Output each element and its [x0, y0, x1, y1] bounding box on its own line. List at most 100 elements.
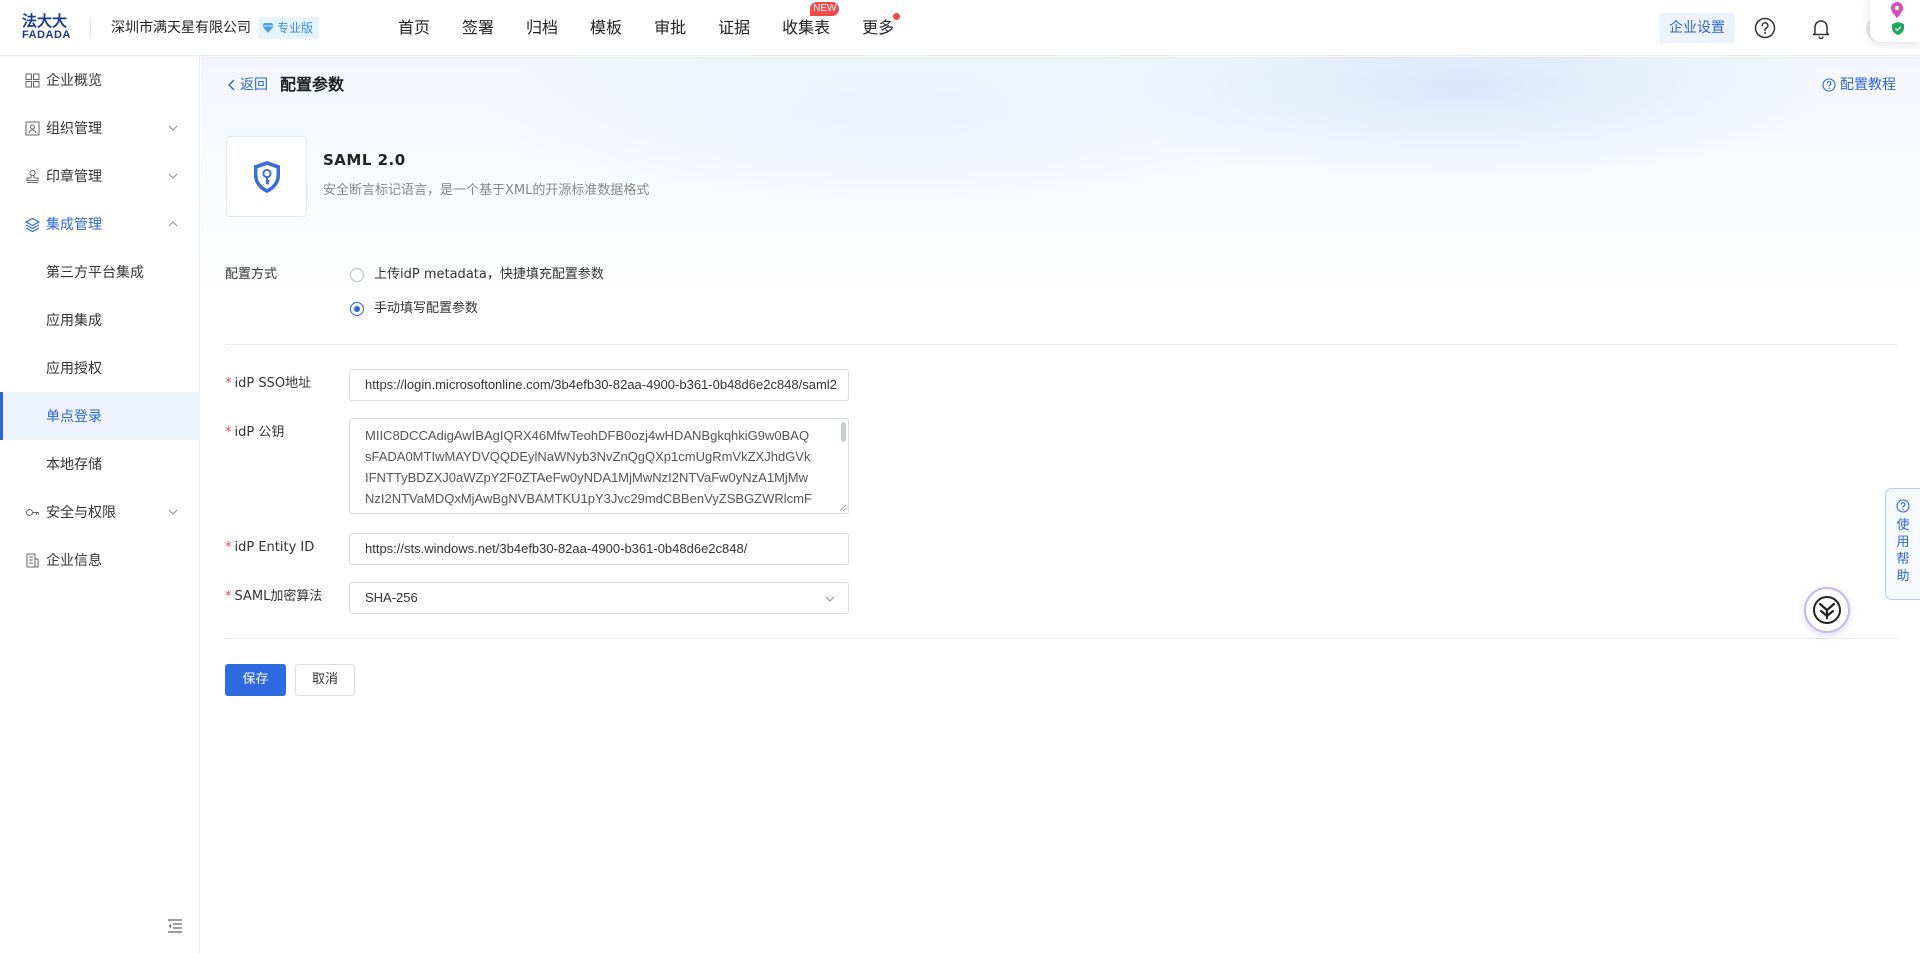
question-circle-icon: [1896, 499, 1910, 513]
nav-home[interactable]: 首页: [398, 0, 430, 56]
assistant-logo-icon: [1813, 596, 1841, 624]
edition-badge: 专业版: [258, 17, 320, 39]
notification-dot: [893, 13, 901, 20]
entity-id-input[interactable]: https://sts.windows.net/3b4efb30-82aa-49…: [349, 533, 849, 565]
collapse-sidebar-icon[interactable]: [167, 919, 183, 933]
sidebar-item-label: 印章管理: [46, 169, 102, 185]
radio-label: 手动填写配置参数: [374, 301, 479, 316]
chevron-down-icon: [825, 596, 835, 602]
location-pin-icon: [1891, 2, 1903, 18]
nav-templates-label: 模板: [590, 18, 623, 37]
top-bar: 法大大 FADADA 深圳市满天星有限公司 专业版 首页 签署 归档 模板 审批…: [0, 0, 1920, 56]
radio-label: 上传idP metadata，快捷填充配置参数: [374, 267, 604, 282]
sso-url-input[interactable]: https://login.microsoftonline.com/3b4efb…: [349, 369, 849, 401]
sidebar-item-label: 安全与权限: [46, 505, 116, 521]
sso-url-label-text: idP SSO地址: [234, 376, 312, 391]
algorithm-select[interactable]: SHA-256: [349, 582, 849, 614]
radio-manual-config[interactable]: 手动填写配置参数: [350, 300, 478, 318]
nav-home-label: 首页: [398, 18, 431, 37]
help-tab-char: 帮: [1896, 552, 1910, 567]
nav-archive[interactable]: 归档: [526, 0, 558, 56]
chevron-up-icon: [168, 221, 178, 227]
resize-handle-icon[interactable]: [840, 505, 846, 511]
sidebar-item-label: 应用授权: [46, 361, 102, 377]
shield-key-icon: [253, 160, 280, 193]
company-name[interactable]: 深圳市满天星有限公司: [111, 18, 251, 38]
config-tutorial-link[interactable]: 配置教程: [1822, 75, 1896, 95]
ai-assistant-button[interactable]: [1804, 587, 1850, 633]
back-label: 返回: [240, 77, 268, 93]
sidebar-item-seal-management[interactable]: 印章管理: [0, 152, 200, 200]
cancel-button[interactable]: 取消: [295, 664, 355, 696]
building-icon: [26, 553, 39, 567]
back-link[interactable]: 返回: [227, 75, 268, 95]
sidebar-item-single-sign-on[interactable]: 单点登录: [0, 392, 200, 440]
brand-logo[interactable]: 法大大 FADADA: [22, 13, 74, 43]
nav-more[interactable]: 更多: [862, 0, 901, 56]
sidebar-item-enterprise-info[interactable]: 企业信息: [0, 536, 200, 584]
stamp-icon: [26, 169, 39, 183]
public-key-line: IFNTTyBDZXJ0aWZpY2F0ZTAeFw0yNDA1MjMwNzI2…: [365, 470, 809, 485]
nav-sign[interactable]: 签署: [462, 0, 494, 56]
nav-approval[interactable]: 审批: [654, 0, 686, 56]
nav-evidence[interactable]: 证据: [718, 0, 750, 56]
logo-text-en: FADADA: [22, 29, 71, 41]
chevron-down-icon: [168, 509, 178, 515]
required-mark: *: [225, 540, 232, 555]
help-circle-icon[interactable]: [1754, 17, 1776, 39]
sidebar-item-org-management[interactable]: 组织管理: [0, 104, 200, 152]
public-key-label-text: idP 公钥: [234, 425, 285, 440]
page-title: 配置参数: [280, 75, 345, 94]
nav-evidence-label: 证据: [718, 18, 751, 37]
edition-label: 专业版: [277, 21, 314, 35]
required-mark: *: [225, 589, 232, 604]
dashboard-icon: [25, 73, 40, 87]
logo-text-cn: 法大大: [22, 12, 68, 30]
chevron-down-icon: [168, 125, 178, 131]
sidebar-item-label: 单点登录: [46, 409, 102, 425]
required-mark: *: [225, 425, 232, 440]
enterprise-settings-button[interactable]: 企业设置: [1659, 13, 1735, 43]
sidebar-item-app-integration[interactable]: 应用集成: [0, 296, 200, 344]
public-key-textarea[interactable]: MIIC8DCCAdigAwIBAgIQRX46MfwTeohDFB0ozj4w…: [349, 418, 849, 514]
algorithm-label-text: SAML加密算法: [234, 589, 323, 604]
sidebar-item-enterprise-overview[interactable]: 企业概览: [0, 56, 200, 104]
public-key-line: NzI2NTVaMDQxMjAwBgNVBAMTKU1pY3Jvc29mdCBB…: [365, 491, 812, 506]
nav-sign-label: 签署: [462, 18, 495, 37]
new-badge: NEW: [810, 2, 840, 16]
layers-icon: [25, 217, 40, 232]
nav-archive-label: 归档: [526, 18, 559, 37]
nav-collection-form-label: 收集表: [782, 18, 831, 37]
floating-widget[interactable]: [1870, 0, 1920, 42]
app-name: SAML 2.0: [323, 151, 406, 169]
nav-more-label: 更多: [862, 18, 895, 37]
nav-collection-form[interactable]: 收集表 NEW: [782, 0, 840, 56]
radio-button[interactable]: [350, 268, 364, 282]
sidebar-item-app-authorization[interactable]: 应用授权: [0, 344, 200, 392]
bell-icon[interactable]: [1810, 17, 1832, 39]
help-tab-char: 用: [1896, 535, 1910, 550]
sidebar-item-security-permissions[interactable]: 安全与权限: [0, 488, 200, 536]
public-key-label: * idP 公钥: [225, 424, 284, 442]
required-mark: *: [225, 376, 232, 391]
sidebar-item-label: 企业信息: [46, 553, 102, 569]
radio-button-checked[interactable]: [350, 302, 364, 316]
sidebar: 企业概览 组织管理 印章管理 集成管理 第三方平台集成 应用集成 应用授权 单点…: [0, 56, 200, 953]
algorithm-selected-value: SHA-256: [365, 590, 418, 605]
algorithm-label: * SAML加密算法: [225, 588, 322, 606]
chevron-left-icon: [228, 79, 235, 91]
nav-templates[interactable]: 模板: [590, 0, 622, 56]
sidebar-item-local-storage[interactable]: 本地存储: [0, 440, 200, 488]
sidebar-item-third-party-integration[interactable]: 第三方平台集成: [0, 248, 200, 296]
sidebar-item-integration-management[interactable]: 集成管理: [0, 200, 200, 248]
save-button[interactable]: 保存: [225, 664, 286, 696]
usage-help-tab[interactable]: 使 用 帮 助: [1885, 488, 1920, 600]
radio-upload-metadata[interactable]: 上传idP metadata，快捷填充配置参数: [350, 266, 604, 284]
help-tab-char: 助: [1896, 569, 1910, 584]
textarea-scrollbar[interactable]: [841, 422, 846, 442]
public-key-line: sFADA0MTIwMAYDVQQDEylNaWNyb3NvZnQgQXp1cm…: [365, 449, 811, 464]
nav-approval-label: 审批: [654, 18, 687, 37]
tutorial-label: 配置教程: [1840, 77, 1896, 93]
help-tab-char: 使: [1896, 518, 1910, 533]
shield-check-icon: [1892, 22, 1904, 35]
